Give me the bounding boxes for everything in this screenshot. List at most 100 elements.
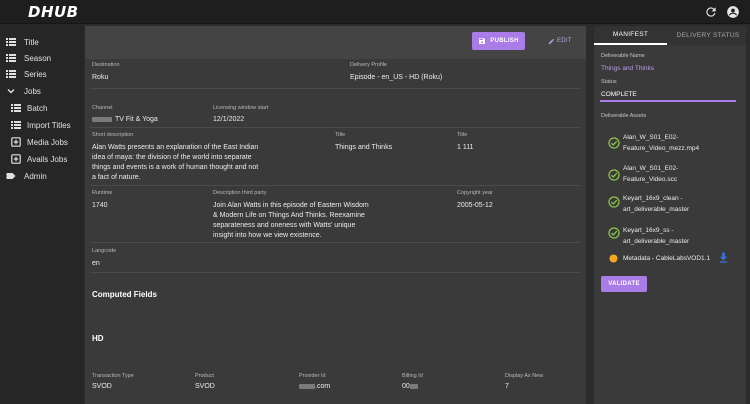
panel-header: PUBLISH EDIT bbox=[85, 26, 586, 59]
tab-bar: MANIFEST DELIVERY STATUS bbox=[594, 26, 746, 45]
sidebar-item-title[interactable]: Title bbox=[5, 34, 39, 50]
asset-item[interactable]: Keyart_16x9_clean - art_deliverable_mast… bbox=[623, 193, 689, 215]
manifest-panel: MANIFEST DELIVERY STATUS Deliverable Nam… bbox=[594, 26, 746, 404]
divider bbox=[90, 272, 580, 273]
deliverable-detail-panel: PUBLISH EDIT Destination Roku Delivery P… bbox=[85, 26, 586, 404]
sidebar-item-label: Admin bbox=[24, 171, 47, 181]
redacted-text bbox=[92, 116, 112, 122]
deliverable-name-label: Deliverable Name bbox=[601, 53, 645, 59]
sidebar-item-series[interactable]: Series bbox=[5, 66, 47, 82]
add-box-icon bbox=[10, 153, 22, 165]
divider bbox=[90, 127, 580, 128]
pencil-icon bbox=[548, 38, 555, 44]
tab-manifest[interactable]: MANIFEST bbox=[594, 26, 667, 45]
display-ax-new-label: Display Ax New bbox=[505, 373, 544, 379]
asset-item[interactable]: Alan_W_S01_E02- Feature_Video.scc bbox=[623, 163, 678, 185]
publish-button[interactable]: PUBLISH bbox=[472, 32, 525, 50]
description-third-party-label: Description third party bbox=[213, 190, 267, 196]
edit-label: EDIT bbox=[557, 38, 572, 44]
validate-button[interactable]: VALIDATE bbox=[601, 276, 647, 292]
sidebar-item-media-jobs[interactable]: Media Jobs bbox=[10, 134, 68, 150]
check-circle-icon bbox=[608, 137, 620, 149]
transaction-type-label: Transaction Type bbox=[92, 373, 134, 379]
add-box-icon bbox=[10, 136, 22, 148]
list-icon bbox=[10, 119, 22, 131]
list-icon bbox=[10, 102, 22, 114]
asset-item[interactable]: Metadata - CableLabsVOD1.1 bbox=[623, 253, 710, 264]
computed-fields-heading: Computed Fields bbox=[92, 290, 157, 299]
pending-dot-icon bbox=[609, 254, 618, 263]
asset-item[interactable]: Keyart_16x9_ss - art_deliverable_master bbox=[623, 225, 689, 247]
product-label: Product bbox=[195, 373, 214, 379]
sidebar-item-batch[interactable]: Batch bbox=[10, 100, 47, 116]
provider-id-field: .com bbox=[299, 382, 330, 392]
short-description-value: Alan Watts presents an explanation of th… bbox=[92, 144, 259, 181]
list-icon bbox=[5, 52, 17, 64]
publish-label: PUBLISH bbox=[490, 38, 519, 44]
copyright-year-value: 2005-05-12 bbox=[457, 202, 493, 209]
title-label: Title bbox=[457, 132, 468, 138]
channel-value: TV Fit & Yoga bbox=[115, 116, 158, 123]
tab-delivery-status[interactable]: DELIVERY STATUS bbox=[670, 26, 746, 45]
check-circle-icon bbox=[608, 169, 620, 181]
sidebar-item-label: Jobs bbox=[24, 86, 41, 96]
download-icon[interactable] bbox=[719, 252, 728, 263]
delivery-profile-value: Episode - en_US - HD (Roku) bbox=[350, 74, 443, 81]
app-logo[interactable]: DHUB bbox=[28, 3, 79, 21]
divider bbox=[90, 185, 580, 186]
hd-heading: HD bbox=[92, 334, 104, 343]
title-number-value: 1 111 bbox=[457, 144, 474, 151]
save-icon bbox=[479, 38, 486, 44]
sidebar-item-jobs[interactable]: Jobs bbox=[5, 83, 41, 99]
deliverable-name-value: Things and Thinks bbox=[601, 65, 654, 72]
sidebar-item-label: Batch bbox=[27, 103, 48, 113]
sidebar-item-admin[interactable]: Admin bbox=[5, 168, 47, 184]
check-circle-icon bbox=[608, 196, 620, 208]
delivery-profile-label: Delivery Profile bbox=[350, 62, 387, 68]
asset-name-line: art_deliverable_master bbox=[623, 238, 690, 245]
edit-button[interactable]: EDIT bbox=[548, 36, 572, 46]
top-bar: DHUB bbox=[0, 0, 750, 24]
billing-id-value: 00 bbox=[402, 383, 410, 390]
deliverable-assets-label: Deliverable Assets bbox=[601, 113, 647, 119]
channel-label: Channel bbox=[92, 105, 113, 111]
provider-id-label: Provider Id bbox=[299, 373, 326, 379]
destination-label: Destination bbox=[92, 62, 120, 68]
label-icon bbox=[5, 170, 17, 182]
description-third-party-value: Join Alan Watts in this episode of Easte… bbox=[213, 202, 369, 239]
redacted-text bbox=[299, 383, 315, 389]
sidebar-item-label: Series bbox=[24, 69, 47, 79]
licensing-window-start-label: Licensing window start bbox=[213, 105, 269, 111]
sidebar-item-label: Title bbox=[24, 37, 39, 47]
title-label: Title bbox=[335, 132, 346, 138]
provider-id-value: .com bbox=[315, 383, 331, 390]
asset-name-line: Feature_Video_mezz.mp4 bbox=[623, 145, 700, 152]
asset-name-line: Metadata - CableLabsVOD1.1 bbox=[623, 255, 711, 262]
sidebar: Title Season Series Jobs Batch Import Ti… bbox=[0, 24, 84, 404]
title-value: Things and Thinks bbox=[335, 144, 393, 151]
runtime-label: Runtime bbox=[92, 190, 113, 196]
sidebar-item-import-titles[interactable]: Import Titles bbox=[10, 117, 71, 133]
sidebar-item-label: Season bbox=[24, 53, 52, 63]
transaction-type-value: SVOD bbox=[92, 383, 112, 390]
asset-name-line: Alan_W_S01_E02- bbox=[623, 134, 679, 141]
sidebar-item-avails-jobs[interactable]: Avails Jobs bbox=[10, 151, 67, 167]
runtime-value: 1740 bbox=[92, 202, 108, 209]
billing-id-field: 00 bbox=[402, 382, 418, 392]
langcode-label: Langcode bbox=[92, 248, 117, 254]
licensing-window-start-value: 12/1/2022 bbox=[213, 116, 245, 123]
sidebar-item-season[interactable]: Season bbox=[5, 50, 51, 66]
asset-name-line: Keyart_16x9_ss - bbox=[623, 227, 674, 234]
check-circle-icon bbox=[608, 227, 620, 239]
asset-name-line: art_deliverable_master bbox=[623, 206, 690, 213]
copyright-year-label: Copyright year bbox=[457, 190, 493, 196]
account-icon[interactable] bbox=[726, 5, 740, 19]
refresh-icon[interactable] bbox=[704, 5, 718, 19]
status-value: COMPLETE bbox=[601, 91, 637, 98]
list-icon bbox=[5, 36, 17, 48]
asset-name-line: Keyart_16x9_clean - bbox=[623, 195, 683, 202]
display-ax-new-value: 7 bbox=[505, 383, 509, 390]
redacted-text bbox=[409, 383, 418, 389]
status-underline bbox=[600, 100, 736, 102]
asset-item[interactable]: Alan_W_S01_E02- Feature_Video_mezz.mp4 bbox=[623, 132, 699, 154]
